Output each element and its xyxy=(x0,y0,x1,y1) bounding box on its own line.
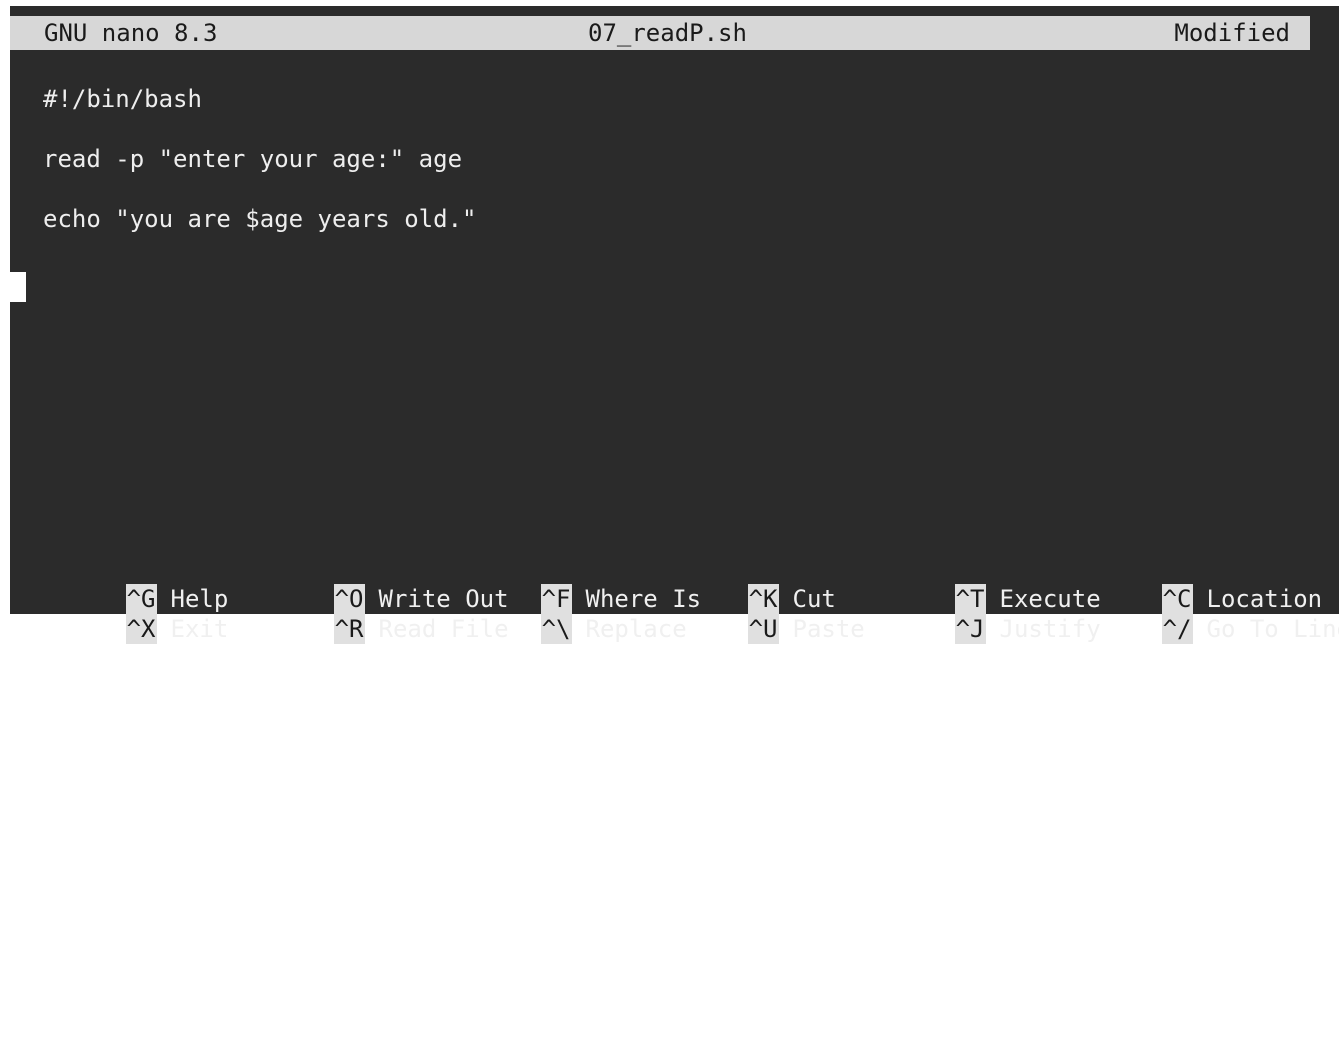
text-cursor xyxy=(10,272,26,302)
editor-line-1[interactable]: #!/bin/bash xyxy=(43,84,202,114)
shortcut-location[interactable]: ^CLocation xyxy=(1046,554,1322,584)
shortcut-label: Go To Line xyxy=(1207,615,1339,643)
nano-editor-screen[interactable]: GNU nano 8.3 07_readP.sh Modified #!/bin… xyxy=(10,6,1339,614)
shortcut-go-to-line[interactable]: ^/Go To Line xyxy=(1046,584,1339,614)
editor-line-3[interactable]: echo "you are $age years old." xyxy=(43,204,476,234)
shortcut-key: ^X xyxy=(126,614,157,644)
shortcut-paste[interactable]: ^UPaste xyxy=(632,584,865,614)
shortcut-help[interactable]: ^GHelp xyxy=(10,554,228,584)
shortcut-key: ^/ xyxy=(1162,614,1193,644)
shortcut-key: ^\ xyxy=(541,614,572,644)
shortcut-cut[interactable]: ^KCut xyxy=(632,554,836,584)
terminal-window: GNU nano 8.3 07_readP.sh Modified #!/bin… xyxy=(0,0,1339,614)
shortcut-key: ^R xyxy=(334,614,365,644)
app-name: GNU nano 8.3 xyxy=(44,18,217,48)
modified-status: Modified xyxy=(1174,18,1290,48)
shortcut-key: ^J xyxy=(955,614,986,644)
shortcut-key: ^U xyxy=(748,614,779,644)
shortcut-exit[interactable]: ^XExit xyxy=(10,584,228,614)
nano-title-bar: GNU nano 8.3 07_readP.sh Modified xyxy=(10,16,1310,50)
shortcut-help-bar: ^GHelp ^OWrite Out ^FWhere Is ^KCut ^TEx… xyxy=(10,554,1339,614)
file-name: 07_readP.sh xyxy=(588,18,747,48)
editor-line-2[interactable]: read -p "enter your age:" age xyxy=(43,144,462,174)
